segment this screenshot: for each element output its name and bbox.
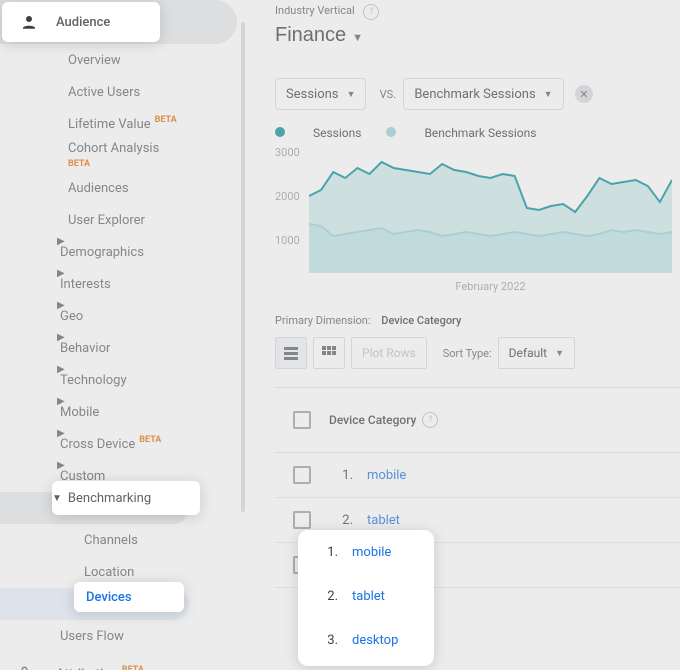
row-index: 3. <box>329 558 353 573</box>
y-tick: 2000 <box>275 190 300 203</box>
sidebar-section-audience[interactable]: Audience <box>0 0 237 44</box>
view-grid-icon[interactable] <box>313 337 345 369</box>
chart-legend: Sessions Benchmark Sessions <box>275 126 680 140</box>
sidebar-item-devices[interactable]: Devices <box>0 588 189 620</box>
help-icon[interactable]: ? <box>363 4 379 20</box>
chevron-down-icon: ▼ <box>555 348 564 359</box>
table-header-row: Device Category ? <box>275 387 680 453</box>
sidebar-group-demographics[interactable]: Demographics <box>0 236 245 268</box>
chevron-down-icon: ▼ <box>57 492 67 503</box>
sidebar-group-technology[interactable]: Technology <box>0 364 245 396</box>
sidebar-item-users-flow[interactable]: Users Flow <box>0 620 245 652</box>
chevron-right-icon: ▶ <box>57 428 65 439</box>
attribution-icon <box>20 665 38 670</box>
sidebar-item-user-explorer[interactable]: User Explorer <box>0 204 245 236</box>
sort-type-selector[interactable]: Default▼ <box>498 337 575 369</box>
industry-vertical-selector[interactable]: Industry Vertical ? Finance▼ <box>275 4 379 47</box>
beta-badge: BETA <box>139 435 161 445</box>
sidebar-group-interests[interactable]: Interests <box>0 268 245 300</box>
plot-rows-button: Plot Rows <box>351 337 427 369</box>
sidebar-item-location[interactable]: Location <box>0 556 245 588</box>
chevron-right-icon: ▶ <box>57 364 65 375</box>
legend-swatch-b <box>386 127 396 137</box>
sidebar-group-mobile[interactable]: Mobile <box>0 396 245 428</box>
beta-badge: BETA <box>155 115 177 125</box>
metric-a-selector[interactable]: Sessions▼ <box>275 78 366 110</box>
sidebar-item-overview[interactable]: Overview <box>0 44 245 76</box>
view-table-icon[interactable] <box>275 337 307 369</box>
sidebar: Audience Overview Active Users Lifetime … <box>0 0 246 670</box>
row-index: 1. <box>329 468 353 483</box>
help-icon[interactable]: ? <box>422 412 438 428</box>
row-value[interactable]: tablet <box>367 513 400 528</box>
chevron-right-icon: ▶ <box>57 332 65 343</box>
sidebar-item-lifetime-value[interactable]: Lifetime ValueBETA <box>0 108 245 140</box>
column-header: Device Category <box>329 413 416 427</box>
sidebar-group-cross-device[interactable]: Cross DeviceBETA <box>0 428 245 460</box>
primary-dimension: Primary Dimension: Device Category <box>275 314 680 327</box>
y-tick: 1000 <box>275 234 300 247</box>
chevron-right-icon: ▶ <box>57 300 65 311</box>
x-axis-label: February 2022 <box>309 280 672 293</box>
sidebar-section-attribution[interactable]: Attribution BETA <box>0 652 245 670</box>
row-checkbox[interactable] <box>293 466 311 484</box>
chevron-down-icon: ▼ <box>352 32 363 44</box>
chevron-down-icon: ▼ <box>347 89 356 100</box>
clear-metric-icon[interactable]: ✕ <box>575 85 593 103</box>
beta-badge: BETA <box>68 159 90 169</box>
row-value[interactable]: desktop <box>367 558 413 573</box>
sidebar-section-label: Audience <box>56 15 110 30</box>
line-chart: 3000 2000 1000 February 2022 <box>275 146 680 286</box>
main-panel: Industry Vertical ? Finance▼ Count All S… <box>245 0 680 670</box>
table-row[interactable]: 2. tablet <box>275 498 680 543</box>
chevron-right-icon: ▶ <box>57 268 65 279</box>
sidebar-item-cohort-analysis[interactable]: Cohort AnalysisBETA <box>0 140 245 172</box>
sidebar-item-audiences[interactable]: Audiences <box>0 172 245 204</box>
chevron-right-icon: ▶ <box>57 236 65 247</box>
person-icon <box>20 13 38 31</box>
row-value[interactable]: mobile <box>367 468 406 483</box>
sidebar-item-active-users[interactable]: Active Users <box>0 76 245 108</box>
sidebar-item-channels[interactable]: Channels <box>0 524 245 556</box>
y-tick: 3000 <box>275 146 300 159</box>
sidebar-section-label: Attribution <box>56 667 118 670</box>
chart-svg <box>309 152 672 272</box>
metric-b-selector[interactable]: Benchmark Sessions▼ <box>403 78 563 110</box>
sidebar-group-behavior[interactable]: Behavior <box>0 332 245 364</box>
chevron-right-icon: ▶ <box>57 396 65 407</box>
sidebar-group-geo[interactable]: Geo <box>0 300 245 332</box>
sidebar-group-custom[interactable]: Custom <box>0 460 245 492</box>
table-row[interactable]: 3. desktop <box>275 543 680 588</box>
select-all-checkbox[interactable] <box>293 411 311 429</box>
row-checkbox[interactable] <box>293 511 311 529</box>
sort-label: Sort Type: <box>443 347 492 360</box>
sidebar-group-benchmarking[interactable]: Benchmarking <box>0 492 189 524</box>
chevron-down-icon: ▼ <box>544 89 553 100</box>
beta-badge: BETA <box>122 665 144 670</box>
table-row[interactable]: 1. mobile <box>275 453 680 498</box>
chevron-right-icon: ▶ <box>57 460 65 471</box>
vs-label: VS. <box>380 88 396 101</box>
row-index: 2. <box>329 513 353 528</box>
legend-swatch-a <box>275 127 285 137</box>
row-checkbox[interactable] <box>293 556 311 574</box>
